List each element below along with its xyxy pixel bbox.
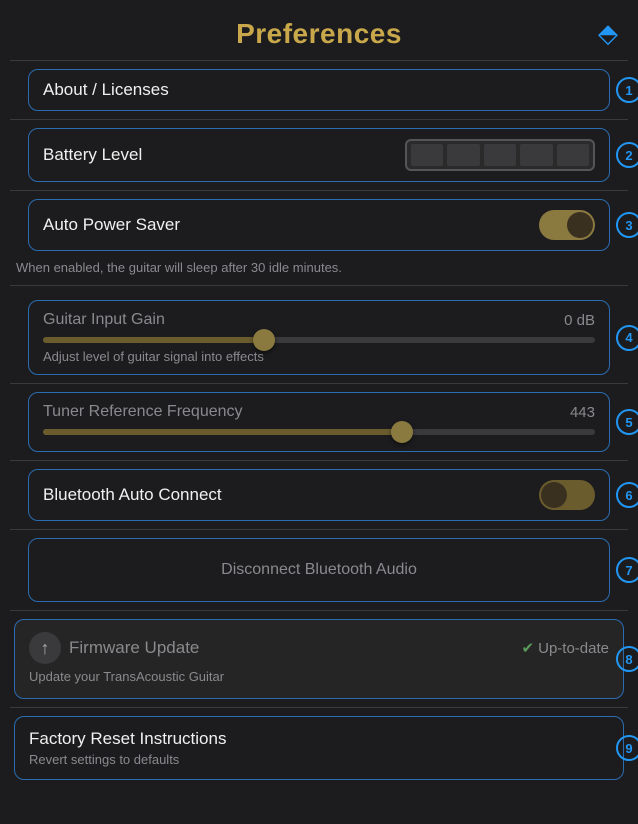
battery-seg-3 — [484, 144, 516, 166]
divider-8 — [10, 707, 628, 708]
gap-3 — [0, 286, 638, 292]
battery-seg-2 — [447, 144, 479, 166]
factory-reset-sublabel: Revert settings to defaults — [29, 752, 609, 767]
tuner-slider-knob[interactable] — [391, 421, 413, 443]
auto-power-saver-toggle[interactable] — [539, 210, 595, 240]
firmware-upload-icon: ↑ — [29, 632, 61, 664]
firmware-row[interactable]: ↑ Firmware Update ✔ Up-to-date Update yo… — [14, 619, 624, 699]
badge-5: 5 — [616, 409, 638, 435]
bluetooth-auto-connect-content: Bluetooth Auto Connect — [43, 480, 595, 510]
auto-power-saver-container: Auto Power Saver 3 — [14, 199, 624, 251]
auto-power-saver-row: Auto Power Saver — [28, 199, 610, 251]
auto-power-saver-sublabel: When enabled, the guitar will sleep afte… — [16, 260, 342, 275]
badge-4: 4 — [616, 325, 638, 351]
bluetooth-auto-connect-toggle[interactable] — [539, 480, 595, 510]
guitar-gain-sublabel: Adjust level of guitar signal into effec… — [43, 349, 595, 364]
toggle-knob-3 — [567, 212, 593, 238]
firmware-status-text: Up-to-date — [538, 640, 609, 657]
guitar-gain-value: 0 dB — [564, 312, 595, 329]
guitar-gain-container: Guitar Input Gain 0 dB Adjust level of g… — [14, 300, 624, 375]
badge-9: 9 — [616, 735, 638, 761]
badge-2: 2 — [616, 142, 638, 168]
checkmark-icon: ✔ — [522, 639, 535, 657]
divider-4 — [10, 383, 628, 384]
tuner-label: Tuner Reference Frequency — [43, 403, 243, 421]
tuner-row: Tuner Reference Frequency 443 — [28, 392, 610, 452]
battery-content: Battery Level — [43, 139, 595, 171]
firmware-top: ↑ Firmware Update ✔ Up-to-date — [29, 632, 609, 664]
battery-seg-5 — [557, 144, 589, 166]
badge-6: 6 — [616, 482, 638, 508]
tuner-header: Tuner Reference Frequency 443 — [43, 403, 595, 421]
tuner-value: 443 — [570, 404, 595, 421]
firmware-container: ↑ Firmware Update ✔ Up-to-date Update yo… — [0, 619, 638, 699]
auto-power-saver-sublabel-area: When enabled, the guitar will sleep afte… — [0, 259, 638, 285]
page-title: Preferences — [236, 18, 402, 50]
firmware-status: ✔ Up-to-date — [522, 639, 609, 657]
guitar-gain-slider-track[interactable] — [43, 337, 595, 343]
bluetooth-auto-connect-row: Bluetooth Auto Connect — [28, 469, 610, 521]
preferences-page: Preferences ⬘ About / Licenses 1 Battery… — [0, 0, 638, 824]
toggle-knob-6 — [541, 482, 567, 508]
badge-7: 7 — [616, 557, 638, 583]
about-licenses-label: About / Licenses — [43, 80, 169, 99]
factory-reset-row[interactable]: Factory Reset Instructions Revert settin… — [14, 716, 624, 780]
disconnect-bt-label: Disconnect Bluetooth Audio — [43, 549, 595, 591]
tuner-slider-track[interactable] — [43, 429, 595, 435]
guitar-gain-slider-knob[interactable] — [253, 329, 275, 351]
factory-reset-label: Factory Reset Instructions — [29, 729, 609, 749]
auto-power-saver-content: Auto Power Saver — [43, 210, 595, 240]
tuner-container: Tuner Reference Frequency 443 5 — [14, 392, 624, 452]
badge-8: 8 — [616, 646, 638, 672]
guitar-gain-header: Guitar Input Gain 0 dB — [43, 311, 595, 329]
tuner-slider-fill — [43, 429, 402, 435]
guitar-gain-row: Guitar Input Gain 0 dB Adjust level of g… — [28, 300, 610, 375]
battery-label: Battery Level — [43, 145, 142, 165]
battery-seg-1 — [411, 144, 443, 166]
battery-level-container: Battery Level 2 — [14, 128, 624, 182]
about-licenses-row[interactable]: About / Licenses — [28, 69, 610, 111]
guitar-gain-slider-fill — [43, 337, 264, 343]
badge-3: 3 — [616, 212, 638, 238]
auto-power-saver-label: Auto Power Saver — [43, 215, 180, 235]
disconnect-bt-container: Disconnect Bluetooth Audio 7 — [14, 538, 624, 602]
bluetooth-auto-connect-label: Bluetooth Auto Connect — [43, 485, 222, 505]
header: Preferences ⬘ — [0, 0, 638, 60]
battery-seg-4 — [520, 144, 552, 166]
divider-1 — [10, 119, 628, 120]
bluetooth-auto-connect-container: Bluetooth Auto Connect 6 — [14, 469, 624, 521]
guitar-gain-label: Guitar Input Gain — [43, 311, 165, 329]
firmware-label: Firmware Update — [69, 638, 199, 658]
header-divider — [10, 60, 628, 61]
divider-7 — [10, 610, 628, 611]
disconnect-bt-row[interactable]: Disconnect Bluetooth Audio — [28, 538, 610, 602]
firmware-sublabel: Update your TransAcoustic Guitar — [29, 669, 224, 684]
badge-1: 1 — [616, 77, 638, 103]
divider-2 — [10, 190, 628, 191]
battery-level-row: Battery Level — [28, 128, 610, 182]
factory-reset-container: Factory Reset Instructions Revert settin… — [0, 716, 638, 780]
battery-display — [405, 139, 595, 171]
bluetooth-icon[interactable]: ⬘ — [598, 18, 618, 49]
divider-6 — [10, 529, 628, 530]
divider-5 — [10, 460, 628, 461]
about-licenses-container: About / Licenses 1 — [14, 69, 624, 111]
